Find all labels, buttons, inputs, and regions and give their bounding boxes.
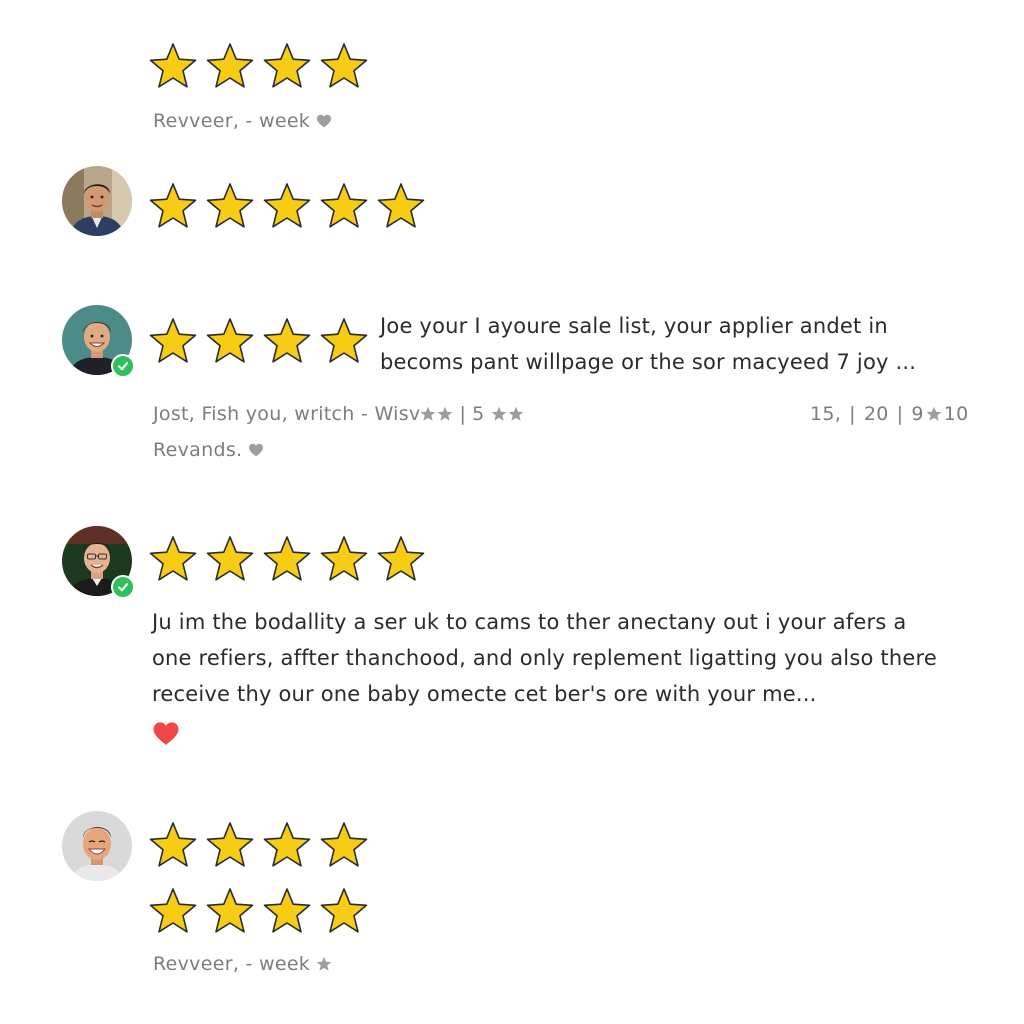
star-icon [437,406,453,422]
star-icon [319,820,369,870]
star-icon [319,181,369,231]
star-icon[interactable] [316,956,332,972]
star-icon [319,316,369,366]
star-icon [205,181,255,231]
meta-separator: | [459,403,467,425]
meta-separator: | [896,403,904,425]
star-rating [148,316,369,366]
review-text-line: one refiers, affter thanchood, and only … [152,646,937,670]
review-meta: Revveer, - week [153,953,332,975]
star-icon [262,534,312,584]
check-icon [115,579,131,595]
review-stats: 15, | 20 | 9 10 [810,403,968,425]
reviewer-meta-text: Revveer, - week [153,953,311,975]
review-text-line: Joe your I ayoure sale list, your applie… [380,314,888,338]
reviewer-meta-text: Revveer, - week [153,110,311,132]
review-text-line: Ju im the bodallity a ser uk to cams to … [152,610,907,634]
review-meta: Revveer, - week [153,110,332,132]
star-icon [262,820,312,870]
star-icon [205,316,255,366]
stat-value: 20 [863,403,889,425]
avatar[interactable] [62,526,135,599]
verified-badge [111,354,135,378]
star-icon [205,41,255,91]
like-heart-icon[interactable] [152,721,180,746]
avatar[interactable] [62,811,132,881]
star-icon [205,820,255,870]
stat-value: 10 [943,403,969,425]
reviewer-meta-text: Jost, Fish you, writch - Wisv [153,403,421,425]
review-meta: Jost, Fish you, writch - Wisv | 5 [153,403,524,425]
check-icon [115,358,131,374]
star-icon [148,316,198,366]
review-text-line: receive thy our one baby omecte cet ber'… [152,682,817,706]
star-icon [376,181,426,231]
heart-icon[interactable] [248,443,264,457]
reviewer-meta-text: Revands. [153,439,243,461]
stat-value: 9 [911,403,924,425]
star-rating [148,534,426,584]
star-icon [148,41,198,91]
star-rating [148,181,426,231]
star-icon [262,316,312,366]
avatar[interactable] [62,166,132,236]
heart-icon[interactable] [316,114,332,128]
review-meta: Revands. [153,439,264,461]
meta-rating-value: 5 [472,403,485,425]
star-icon [319,41,369,91]
star-icon [262,886,312,936]
star-icon [926,406,942,422]
star-icon [262,41,312,91]
star-icon [148,534,198,584]
star-icon [148,820,198,870]
star-icon [319,534,369,584]
review-text: Ju im the bodallity a ser uk to cams to … [152,604,1002,712]
star-icon [262,181,312,231]
avatar[interactable] [62,305,135,378]
star-icon [376,534,426,584]
star-icon [319,886,369,936]
stat-value: 15, [810,403,842,425]
star-icon [491,406,507,422]
verified-badge [111,575,135,599]
star-rating [148,41,369,91]
star-icon [205,886,255,936]
avatar-man-suit [62,166,132,236]
meta-separator: | [849,403,856,425]
star-rating [148,886,369,936]
star-icon [148,181,198,231]
star-icon [508,406,524,422]
star-icon [148,886,198,936]
avatar-man-laughing [62,811,132,881]
star-icon [420,406,436,422]
review-text: Joe your I ayoure sale list, your applie… [380,308,1000,380]
review-text-line: becoms pant willpage or the sor macyeed … [380,350,917,374]
star-icon [205,534,255,584]
star-rating [148,820,369,870]
